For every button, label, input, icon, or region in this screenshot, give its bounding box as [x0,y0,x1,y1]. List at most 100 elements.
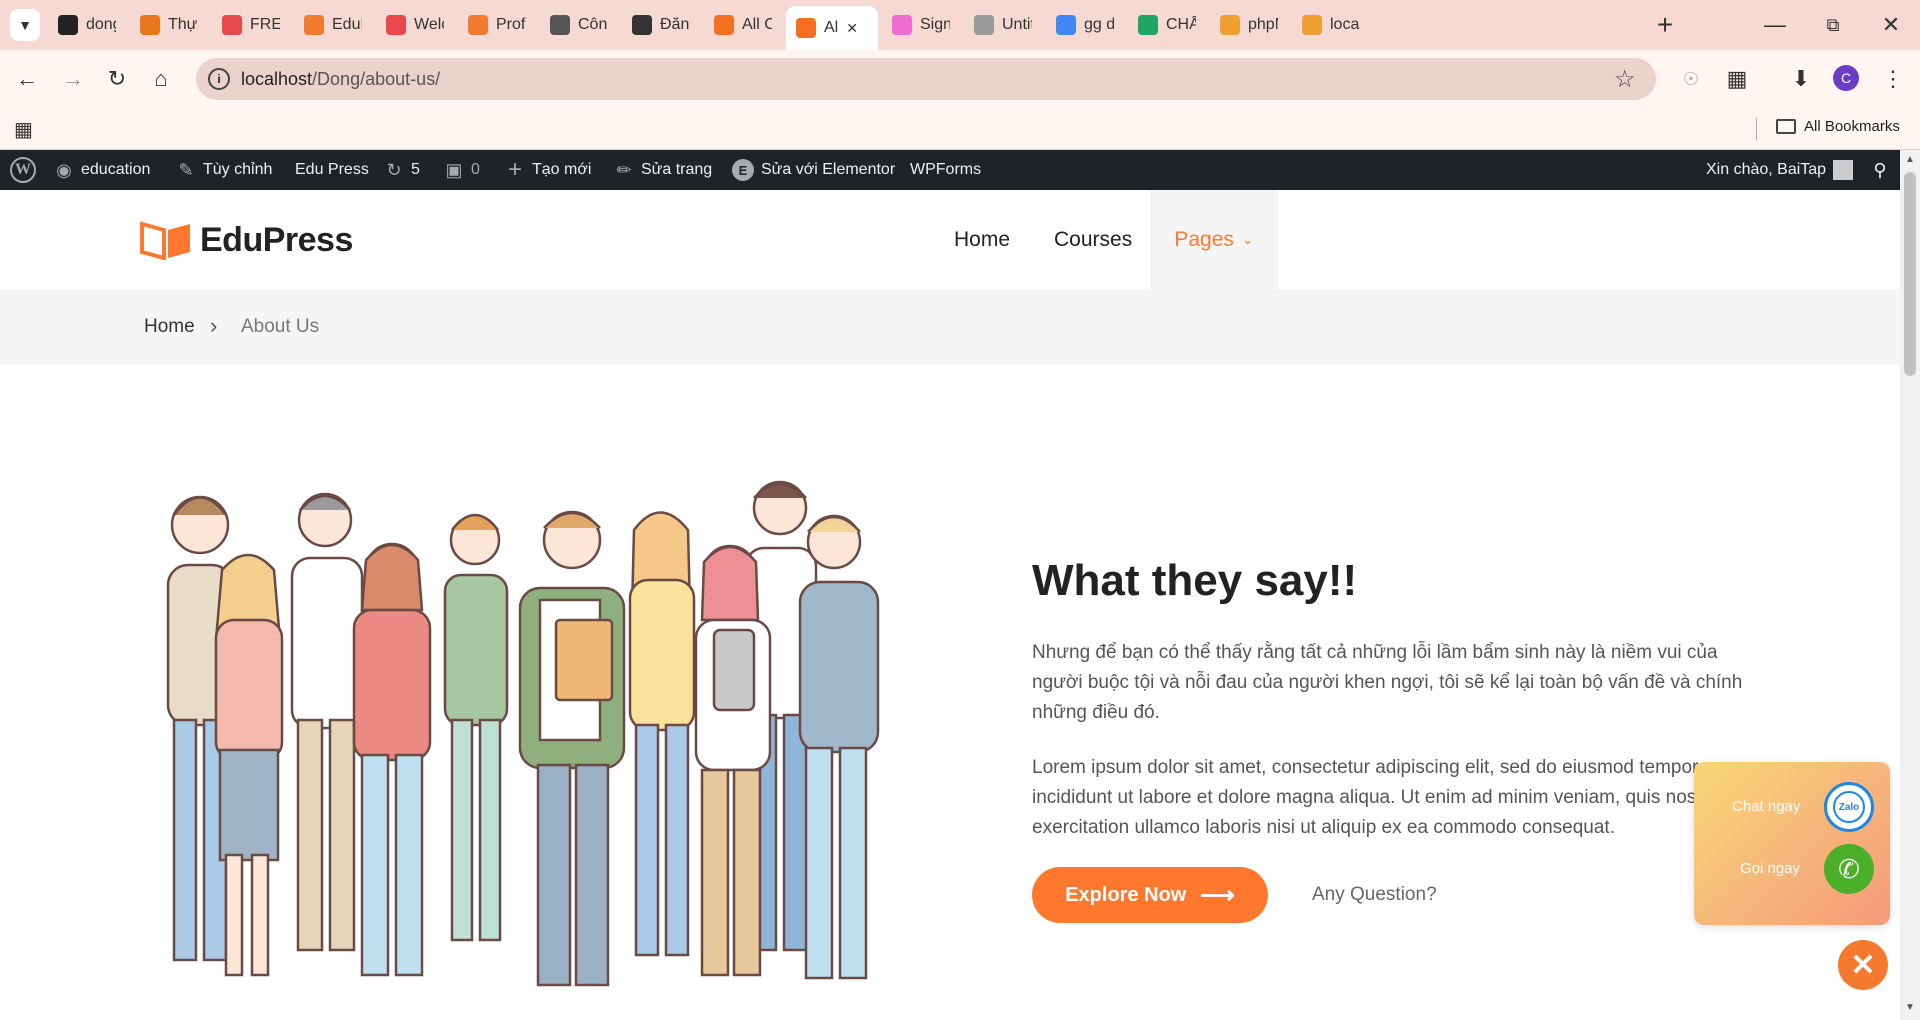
intro-paragraph-vi: Nhưng để bạn có thể thấy rằng tất cả nhữ… [1032,642,1743,723]
url-text: localhost/Dong/about-us/ [241,69,440,90]
scroll-up-icon[interactable]: ▲ [1905,154,1915,165]
browser-tab-title: CHẤM [1166,16,1196,33]
browser-tab[interactable]: Profile [458,8,536,42]
breadcrumb-current: About Us [241,316,320,337]
extensions-icon[interactable]: ▦ [1722,64,1752,94]
scrollbar-thumb[interactable] [1904,172,1916,376]
nav-pages-label: Pages [1174,227,1234,251]
wp-customize-menu[interactable]: ✎ Tùy chỉnh [176,150,272,190]
bookmarks-bar: ▦ All Bookmarks [0,108,1920,150]
compass-icon[interactable]: ☉ [1676,64,1706,94]
nav-courses[interactable]: Courses [1030,190,1156,289]
page-scrollbar[interactable]: ▲ ▼ [1900,150,1920,1020]
browser-tab-title: All Co [742,16,772,33]
wp-site-menu[interactable]: ◉ education [54,150,150,190]
reload-button[interactable]: ↻ [102,64,132,94]
browser-tab[interactable]: CHẤM [1128,8,1206,42]
browser-tab[interactable]: dong2 [48,8,126,42]
call-button[interactable]: ✆ [1824,844,1874,894]
browser-tab-title: Profile [496,16,526,33]
student-figure [628,511,696,957]
students-illustration [166,480,880,987]
nav-home[interactable]: Home [930,190,1034,289]
browser-tab[interactable]: EduPr [294,8,372,42]
edupress-icon [468,15,488,35]
address-bar[interactable]: i localhost/Dong/about-us/ ☆ [196,58,1656,100]
close-tab-icon[interactable]: ✕ [846,20,858,37]
apps-grid-icon[interactable]: ▦ [14,117,33,142]
back-button[interactable]: ← [12,64,42,94]
browser-tab[interactable]: Công [540,8,618,42]
breadcrumb-home-link[interactable]: Home [144,316,195,338]
browser-tab[interactable]: Untitle [964,8,1042,42]
nav-home-label: Home [954,227,1011,251]
folder-icon [1776,119,1796,134]
browser-tab-title: Untitle [1002,16,1032,33]
wp-sitename-label: Edu Press [295,161,369,178]
close-window-button[interactable]: ✕ [1876,10,1906,40]
menu-kebab-icon[interactable]: ⋮ [1878,64,1908,94]
wp-edit-menu[interactable]: ✏ Sửa trang [614,150,712,190]
home-button[interactable]: ⌂ [146,64,176,94]
browser-tab[interactable]: Welco [376,8,454,42]
wp-account-menu[interactable]: Xin chào, BaiTap [1706,150,1854,190]
student-figure [798,514,880,980]
nav-courses-label: Courses [1054,227,1133,251]
restore-button[interactable]: ⧉ [1818,10,1848,40]
wp-sitename-menu[interactable]: Edu Press [295,150,369,190]
url-host: localhost [241,69,313,89]
chat-now-label[interactable]: Chat ngay [1732,798,1800,815]
breadcrumb-separator-icon: › [210,313,218,338]
browser-tab-title: phpM [1248,16,1278,33]
wp-elementor-menu[interactable]: E Sửa với Elementor [732,150,895,190]
wordpress-icon [550,15,570,35]
explore-now-button[interactable]: Explore Now ⟶ [1032,867,1268,923]
close-widget-button[interactable]: ✕ [1838,940,1888,990]
download-icon[interactable]: ⬇ [1786,64,1816,94]
any-question-link[interactable]: Any Question? [1312,884,1437,906]
browser-tab[interactable]: All Co [704,8,782,42]
call-now-label[interactable]: Gọi ngay [1740,860,1800,877]
wp-comments-menu[interactable]: ▣ 0 [444,150,479,190]
profile-avatar[interactable]: C [1833,65,1859,91]
scroll-down-icon[interactable]: ▼ [1905,1002,1915,1013]
minimize-button[interactable]: — [1760,10,1790,40]
site-logo[interactable]: EduPress [140,220,353,260]
student-figure [694,544,772,977]
browser-tab[interactable]: Al ✕ [786,6,878,50]
forward-button[interactable]: → [58,64,88,94]
bookmark-star-icon[interactable]: ☆ [1614,65,1636,94]
new-tab-button[interactable]: + [1650,9,1680,40]
zalo-chat-button[interactable]: Zalo [1824,782,1874,832]
browser-tab[interactable]: Thực h [130,8,208,42]
browser-tab[interactable]: phpM [1210,8,1288,42]
wp-elementor-label: Sửa với Elementor [761,161,896,178]
updates-icon: ↻ [386,159,402,180]
all-bookmarks-button[interactable]: All Bookmarks [1776,118,1900,135]
browser-tab-title: Al [824,19,839,36]
site-info-icon[interactable]: i [208,68,230,90]
wp-wpforms-menu[interactable]: WPForms [910,150,981,190]
wp-search-button[interactable]: ⚲ [1870,150,1890,190]
wordpress-icon: W [10,157,36,183]
browser-tab-title: Đăng [660,16,690,33]
browser-toolbar: ← → ↻ ⌂ i localhost/Dong/about-us/ ☆ ☉ ▦… [0,50,1920,108]
wp-updates-menu[interactable]: ↻ 5 [384,150,420,190]
browser-tab[interactable]: FREE E [212,8,290,42]
browser-tab[interactable]: Sign i [882,8,960,42]
xampp-icon [714,15,734,35]
globe-icon [974,15,994,35]
user-avatar [1833,160,1854,180]
wp-logo-button[interactable]: W [10,150,36,190]
browser-tab[interactable]: localh [1292,8,1370,42]
tab-search-icon[interactable]: ▼ [10,9,40,41]
wp-wpforms-label: WPForms [910,161,982,178]
browser-tab[interactable]: Đăng [622,8,700,42]
wp-updates-count: 5 [411,161,420,178]
wp-site-label: education [81,161,151,178]
wp-customize-label: Tùy chỉnh [203,161,273,178]
browser-tab[interactable]: gg dic [1046,8,1124,42]
wp-new-menu[interactable]: + Tạo mới [505,150,591,190]
nav-pages[interactable]: Pages ⌄ [1150,190,1278,289]
wp-admin-bar: W ◉ education ✎ Tùy chỉnh Edu Press ↻ 5 ▣ 0 … [0,150,1920,190]
